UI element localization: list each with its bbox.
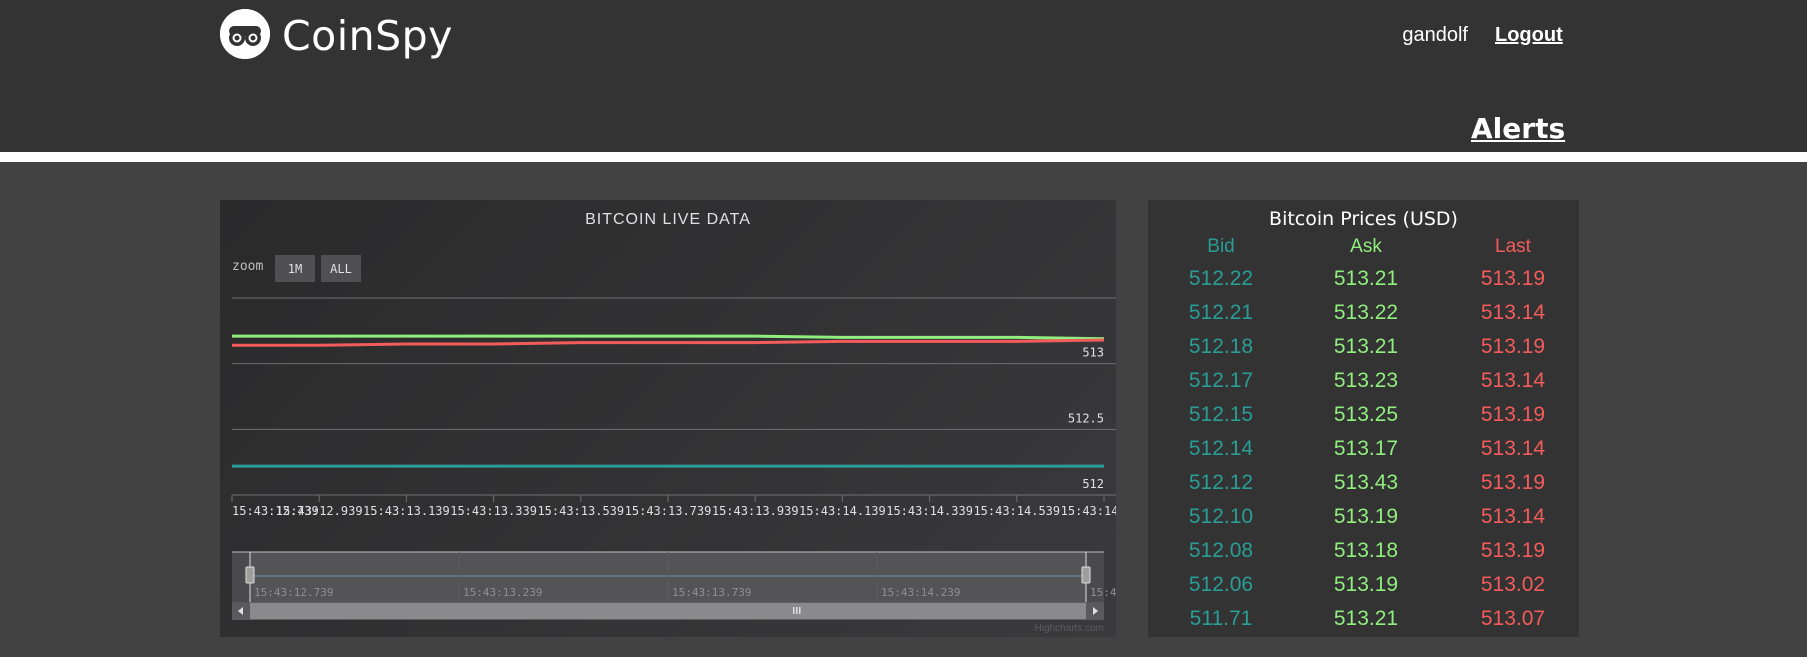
- bitcoin-prices-panel: Bitcoin Prices (USD) Bid Ask Last 512.22…: [1148, 200, 1579, 637]
- last-column-header: Last: [1495, 236, 1531, 257]
- bid-price-cell: 512.18: [1188, 335, 1254, 358]
- x-tick-label: 15:43:13.739: [625, 504, 712, 518]
- bid-price-cell: 512.10: [1188, 505, 1254, 528]
- x-tick-label: 15:43:14.139: [799, 504, 886, 518]
- zoom-label: zoom: [232, 259, 263, 274]
- range-button-all[interactable]: ALL: [321, 255, 361, 282]
- series-lines: [232, 334, 1105, 468]
- bid-price-cell: 512.22: [1188, 267, 1254, 290]
- prices-title: Bitcoin Prices (USD): [1269, 208, 1458, 230]
- ask-price-cell: 513.19: [1333, 573, 1399, 596]
- x-tick-label: 15:43:13.539: [537, 504, 624, 518]
- chart-title: BITCOIN LIVE DATA: [585, 211, 751, 228]
- bid-price-cell: 512.15: [1188, 403, 1254, 426]
- username: gandolf: [1402, 24, 1468, 46]
- y-tick-label: 512.5: [1068, 411, 1104, 425]
- scroll-left-arrow-icon[interactable]: [232, 602, 250, 620]
- header-divider: [0, 152, 1807, 162]
- ask-price-cell: 513.18: [1333, 539, 1399, 562]
- y-tick-label: 513: [1082, 346, 1104, 360]
- bitcoin-live-chart: BITCOIN LIVE DATA zoom 1M ALL 513512.551…: [231, 211, 1169, 634]
- navigator-label: 15:43:12.739: [254, 586, 333, 599]
- alerts-link[interactable]: Alerts: [1471, 112, 1565, 145]
- range-button-all-label: ALL: [330, 262, 352, 276]
- y-tick-label: 512: [1082, 477, 1104, 491]
- logout-link[interactable]: Logout: [1495, 24, 1563, 47]
- last-price-cell: 513.14: [1480, 369, 1546, 392]
- brand-name[interactable]: CoinSpy: [282, 12, 453, 60]
- last-price-cell: 513.19: [1480, 539, 1546, 562]
- ask-price-cell: 513.17: [1333, 437, 1399, 460]
- scroll-right-arrow-icon[interactable]: [1086, 602, 1104, 620]
- x-axis-labels: 15:43:12.73915:43:12.939 15:43:13.139 15:4…: [231, 495, 1147, 518]
- bid-price-cell: 512.06: [1188, 573, 1254, 596]
- series-line-1[interactable]: [232, 338, 1105, 347]
- ask-price-cell: 513.25: [1333, 403, 1399, 426]
- bitcoin-chart-panel: BITCOIN LIVE DATA zoom 1M ALL 513 512.5 51…: [220, 200, 1169, 637]
- scrollbar[interactable]: [232, 602, 1104, 620]
- x-tick-label: 15:43:12.939: [276, 504, 363, 518]
- ask-price-cell: 513.43: [1333, 471, 1399, 494]
- ask-price-cell: 513.21: [1333, 607, 1399, 630]
- bid-price-cell: 511.71: [1189, 607, 1253, 630]
- y-axis-labels: 513 512.5 512: [1068, 346, 1104, 491]
- ask-price-cell: 513.21: [1333, 267, 1399, 290]
- ask-price-cell: 513.21: [1333, 335, 1399, 358]
- last-price-cell: 513.19: [1480, 267, 1546, 290]
- bid-price-cell: 512.14: [1188, 437, 1254, 460]
- top-bar: CoinSpy gandolf Logout Alerts: [0, 0, 1807, 152]
- highcharts-credit[interactable]: Highcharts.com: [1035, 623, 1104, 634]
- x-tick-label: 15:43:13.139: [363, 504, 450, 518]
- ask-price-cell: 513.19: [1333, 505, 1399, 528]
- bid-price-cell: 512.08: [1188, 539, 1254, 562]
- bid-column-header: Bid: [1207, 236, 1235, 257]
- x-tick-label: 15:43:14.339: [886, 504, 973, 518]
- last-price-cell: 513.14: [1480, 505, 1546, 528]
- x-tick-label: 15:43:14.739: [1061, 504, 1116, 518]
- range-button-1m-label: 1M: [288, 262, 302, 276]
- last-price-cell: 513.14: [1480, 437, 1546, 460]
- navigator[interactable]: 15:43:12.739 15:43:13.239 15:43:13.739 15:4…: [232, 551, 1169, 602]
- bid-price-cell: 512.12: [1188, 471, 1254, 494]
- bid-price-cell: 512.17: [1188, 369, 1254, 392]
- range-button-1m[interactable]: 1M: [275, 255, 315, 282]
- last-price-cell: 513.14: [1480, 301, 1546, 324]
- last-price-cell: 513.07: [1480, 607, 1546, 630]
- last-price-cell: 513.02: [1480, 573, 1546, 596]
- last-price-cell: 513.19: [1480, 335, 1546, 358]
- ask-price-cell: 513.23: [1333, 369, 1399, 392]
- last-price-cell: 513.19: [1480, 471, 1546, 494]
- bid-price-cell: 512.21: [1188, 301, 1254, 324]
- x-tick-label: 15:43:14.539: [973, 504, 1060, 518]
- ask-column-header: Ask: [1350, 236, 1382, 257]
- binoculars-icon: [220, 9, 270, 59]
- navigator-label: 15:43:13.239: [463, 586, 542, 599]
- navigator-label: 15:43:14.739: [1090, 586, 1116, 599]
- x-tick-label: 15:43:13.939: [712, 504, 799, 518]
- ask-price-cell: 513.22: [1333, 301, 1399, 324]
- x-tick-label: 15:43:13.339: [450, 504, 537, 518]
- navigator-label: 15:43:14.239: [881, 586, 960, 599]
- last-price-cell: 513.19: [1480, 403, 1546, 426]
- series-line-0[interactable]: [232, 334, 1105, 341]
- navigator-label: 15:43:13.739: [672, 586, 751, 599]
